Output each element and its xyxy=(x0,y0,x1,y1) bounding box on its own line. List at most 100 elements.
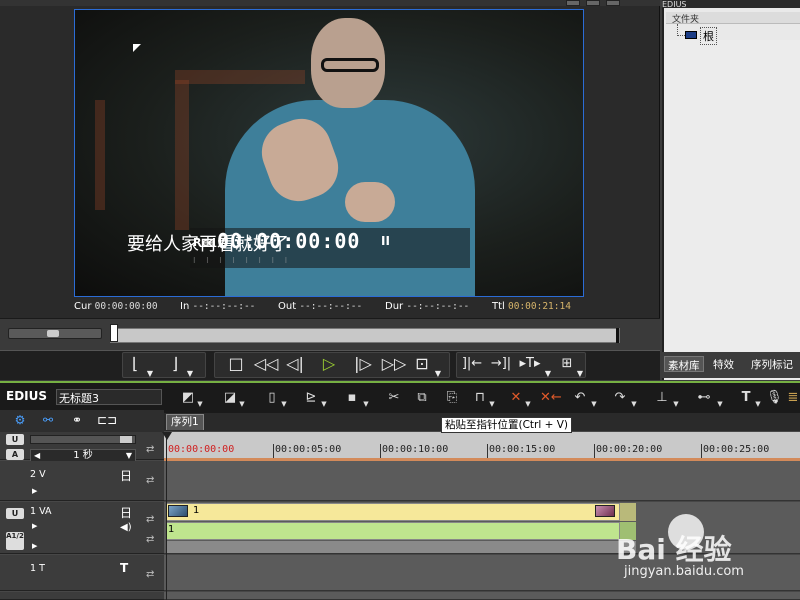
export-icon[interactable]: ⊞ xyxy=(558,352,576,376)
play-button[interactable]: ▷ xyxy=(318,352,340,376)
sync-all-icon[interactable]: ⇄ xyxy=(146,444,154,455)
lock-all-button[interactable]: U xyxy=(6,434,24,445)
paste-icon[interactable]: ⎘ xyxy=(444,388,460,408)
track-sync-icon[interactable]: ⇄ xyxy=(146,514,154,525)
open-dropdown-icon[interactable]: ▼ xyxy=(320,394,328,414)
loop-button[interactable]: ⊡ xyxy=(412,352,432,376)
audio-channel-button[interactable]: A1/2 xyxy=(6,532,24,550)
video-monitor[interactable]: 要给人家再看就好了 Rcd 00:00:00:00 II ⁝ ⁝ ⁝ ⁝ ⁝ ⁝… xyxy=(74,9,584,297)
new-bin-icon[interactable]: ◪ xyxy=(222,388,238,408)
voiceover-mic-icon[interactable]: 🎙 xyxy=(766,388,783,408)
track-sync-icon[interactable]: ⇄ xyxy=(146,475,154,486)
step-forward-button[interactable]: |▷ xyxy=(352,352,374,376)
zoom-next-icon[interactable]: ▼ xyxy=(126,450,132,461)
zoom-value: 1 秒 xyxy=(73,450,93,461)
insert-edit-icon[interactable]: ]|← xyxy=(460,352,484,376)
title-icon[interactable]: T xyxy=(738,388,754,408)
group-mode-icon[interactable]: ⚭ xyxy=(66,413,88,429)
mark-out-icon[interactable]: ⌋ xyxy=(166,352,184,376)
audio-clip-label: 1 xyxy=(168,524,175,535)
track-sync-icon[interactable]: ⇄ xyxy=(146,569,154,580)
step-back-button[interactable]: ◁| xyxy=(284,352,306,376)
copy-icon[interactable]: ⧉ xyxy=(414,388,430,408)
cut-icon[interactable]: ✂ xyxy=(386,388,402,408)
redo-dropdown-icon[interactable]: ▼ xyxy=(630,394,638,414)
maximize-button[interactable] xyxy=(586,0,600,6)
delete-icon[interactable]: ✕ xyxy=(508,388,524,408)
open-project-icon[interactable]: ⊵ xyxy=(302,388,320,408)
zoom-knob[interactable] xyxy=(120,436,132,443)
track-header-1va[interactable]: U A1/2 1 VA 日 ◀) ⇄ ⇄ ▶ ▶ xyxy=(0,502,164,554)
new-sequence-dropdown-icon[interactable]: ▼ xyxy=(196,394,204,414)
undo-dropdown-icon[interactable]: ▼ xyxy=(590,394,598,414)
folder-icon[interactable] xyxy=(685,31,697,39)
zoom-prev-icon[interactable]: ◀ xyxy=(34,450,40,461)
ripple-mode-icon[interactable]: ⊏⊐ xyxy=(96,413,118,429)
presenter-glasses xyxy=(321,58,379,72)
sequence-tab[interactable]: 序列1 xyxy=(166,414,204,430)
delete-dropdown-icon[interactable]: ▼ xyxy=(524,394,532,414)
track-lock-button[interactable]: U xyxy=(6,508,24,519)
audio-waveform-lane xyxy=(166,541,636,553)
sync-mode-icon[interactable]: ⚙ xyxy=(10,413,30,429)
close-button[interactable] xyxy=(606,0,620,6)
track-speaker-icon[interactable]: ◀) xyxy=(120,522,132,533)
snap-dropdown-icon[interactable]: ▼ xyxy=(672,394,680,414)
video-frame: 要给人家再看就好了 Rcd 00:00:00:00 II ⁝ ⁝ ⁝ ⁝ ⁝ ⁝… xyxy=(75,10,583,296)
new-sequence-icon[interactable]: ◩ xyxy=(180,388,196,408)
audio-clip[interactable] xyxy=(166,522,620,540)
tc-cur-value: 00:00:00:00 xyxy=(94,301,158,312)
audio-all-button[interactable]: A xyxy=(6,449,24,460)
timeline-cursor[interactable] xyxy=(166,432,167,600)
scrubber-handle[interactable] xyxy=(110,324,118,342)
track-lane-2v[interactable] xyxy=(164,461,800,501)
marker-icon[interactable]: ⊷ xyxy=(694,388,714,408)
new-project-dropdown-icon[interactable]: ▼ xyxy=(280,394,288,414)
rewind-button[interactable]: ◁◁ xyxy=(252,352,280,376)
clip-out-thumbnail xyxy=(595,505,615,517)
root-folder-item[interactable]: 根 xyxy=(700,27,717,45)
mark-in-icon[interactable]: ⌊ xyxy=(126,352,144,376)
position-scrubber[interactable] xyxy=(110,328,620,343)
marker-dropdown-icon[interactable]: ▼ xyxy=(716,394,724,414)
redo-icon[interactable]: ↷ xyxy=(612,388,628,408)
video-clip[interactable] xyxy=(166,503,620,521)
save-icon[interactable]: ▪ xyxy=(344,388,360,408)
mixer-icon[interactable]: ≣ xyxy=(786,388,800,408)
app-name: EDIUS xyxy=(6,389,48,403)
track-title-icon[interactable]: T xyxy=(120,561,128,575)
split-edit-icon[interactable]: ▸T▸ xyxy=(518,352,542,376)
save-dropdown-icon[interactable]: ▼ xyxy=(362,394,370,414)
track-header-2v[interactable]: 2 V 日 ⇄ ▶ xyxy=(0,461,164,501)
presenter-hand xyxy=(345,182,395,222)
bin-content[interactable] xyxy=(664,40,800,352)
snap-icon[interactable]: ⊥ xyxy=(654,388,670,408)
title-dropdown-icon[interactable]: ▼ xyxy=(754,394,762,414)
track-expand-icon[interactable]: ▶ xyxy=(32,542,37,550)
paste-dropdown-icon[interactable]: ▼ xyxy=(488,394,496,414)
project-name: 无标题3 xyxy=(56,389,162,405)
tab-bin[interactable]: 素材库 xyxy=(664,356,704,372)
undo-icon[interactable]: ↶ xyxy=(572,388,588,408)
stop-button[interactable]: □ xyxy=(226,352,246,376)
paste-cursor-icon[interactable]: ⊓ xyxy=(472,388,488,408)
track-expand-icon[interactable]: ▶ xyxy=(32,487,37,495)
tab-sequence-markers[interactable]: 序列标记 xyxy=(748,356,796,372)
track-expand-icon[interactable]: ▶ xyxy=(32,522,37,530)
ripple-delete-icon[interactable]: ✕← xyxy=(540,388,562,408)
new-bin-dropdown-icon[interactable]: ▼ xyxy=(238,394,246,414)
minimize-button[interactable] xyxy=(566,0,580,6)
tab-effects[interactable]: 特效 xyxy=(710,356,737,372)
track-video-icon[interactable]: 日 xyxy=(120,467,132,484)
fast-forward-button[interactable]: ▷▷ xyxy=(380,352,408,376)
track-video-icon[interactable]: 日 xyxy=(120,504,132,521)
shuttle-knob[interactable] xyxy=(47,330,59,337)
new-project-icon[interactable]: ▯ xyxy=(264,388,280,408)
track-sync-icon[interactable]: ⇄ xyxy=(146,534,154,545)
background-sign xyxy=(95,100,105,210)
track-header-1t[interactable]: 1 T T ⇄ xyxy=(0,555,164,591)
paste-tooltip: 粘贴至指针位置(Ctrl + V) xyxy=(441,417,573,433)
overwrite-edit-icon[interactable]: →]| xyxy=(488,352,514,376)
link-mode-icon[interactable]: ⚯ xyxy=(38,413,58,429)
timeline-cursor-head[interactable] xyxy=(162,432,172,440)
